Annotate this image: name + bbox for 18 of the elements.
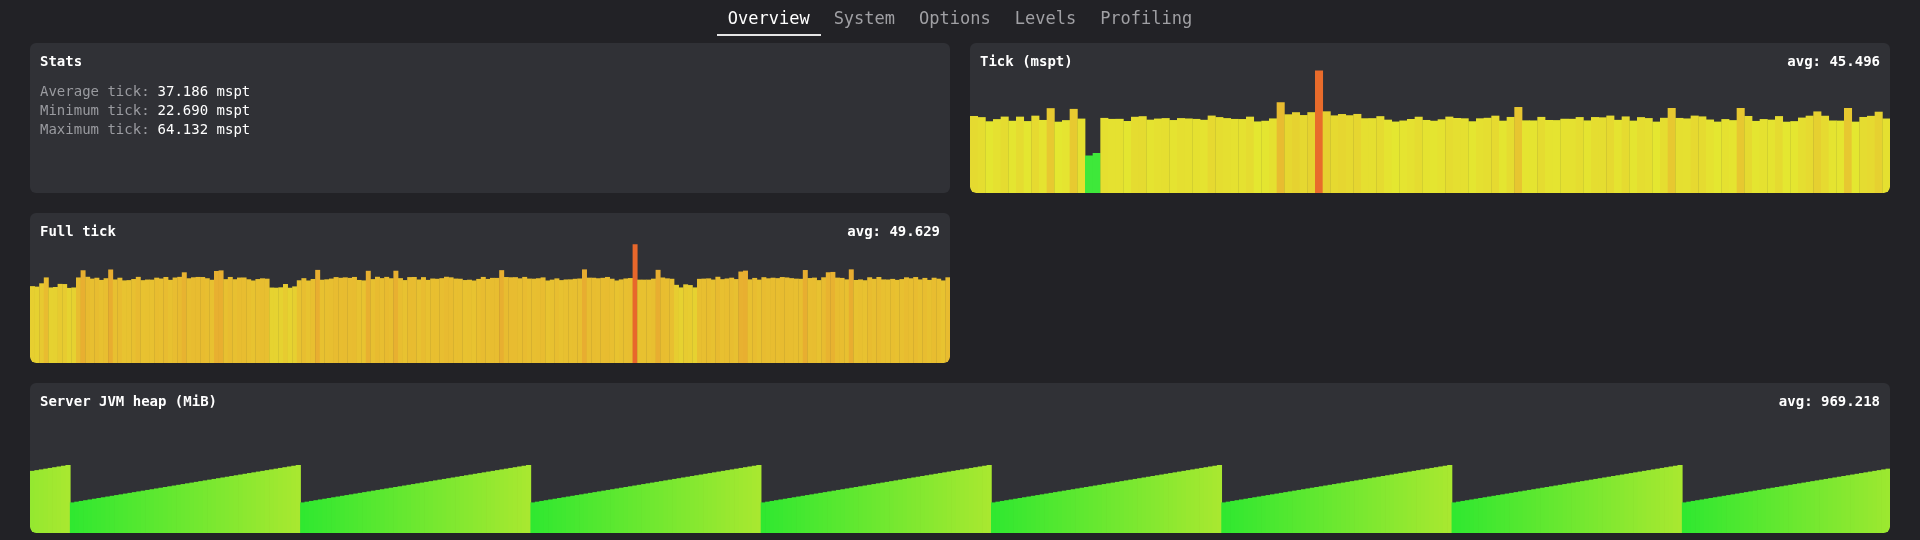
chart-average: avg: 45.496 [1787, 52, 1880, 68]
chart-average: avg: 969.218 [1778, 392, 1880, 408]
tab[interactable]: Overview [716, 0, 821, 36]
stat-label: Maximum tick: [40, 120, 150, 139]
chart-title: Tick (mspt) [980, 52, 1073, 68]
stats-title: Stats [40, 52, 84, 71]
stat-value: 37.186 mspt [157, 82, 251, 101]
tab[interactable]: Profiling [1089, 0, 1204, 36]
stat-value: 64.132 mspt [157, 120, 251, 139]
stat-label: Minimum tick: [40, 101, 150, 120]
chart-title: Server JVM heap (MiB) [40, 392, 217, 408]
tab[interactable]: Options [908, 0, 1002, 36]
stat-value: 22.690 mspt [157, 101, 251, 120]
chart-title: Full tick [40, 222, 116, 238]
tab[interactable]: System [822, 0, 907, 36]
tab[interactable]: Levels [1003, 0, 1088, 36]
stat-label: Average tick: [40, 82, 150, 101]
chart-average: avg: 49.629 [847, 222, 940, 238]
